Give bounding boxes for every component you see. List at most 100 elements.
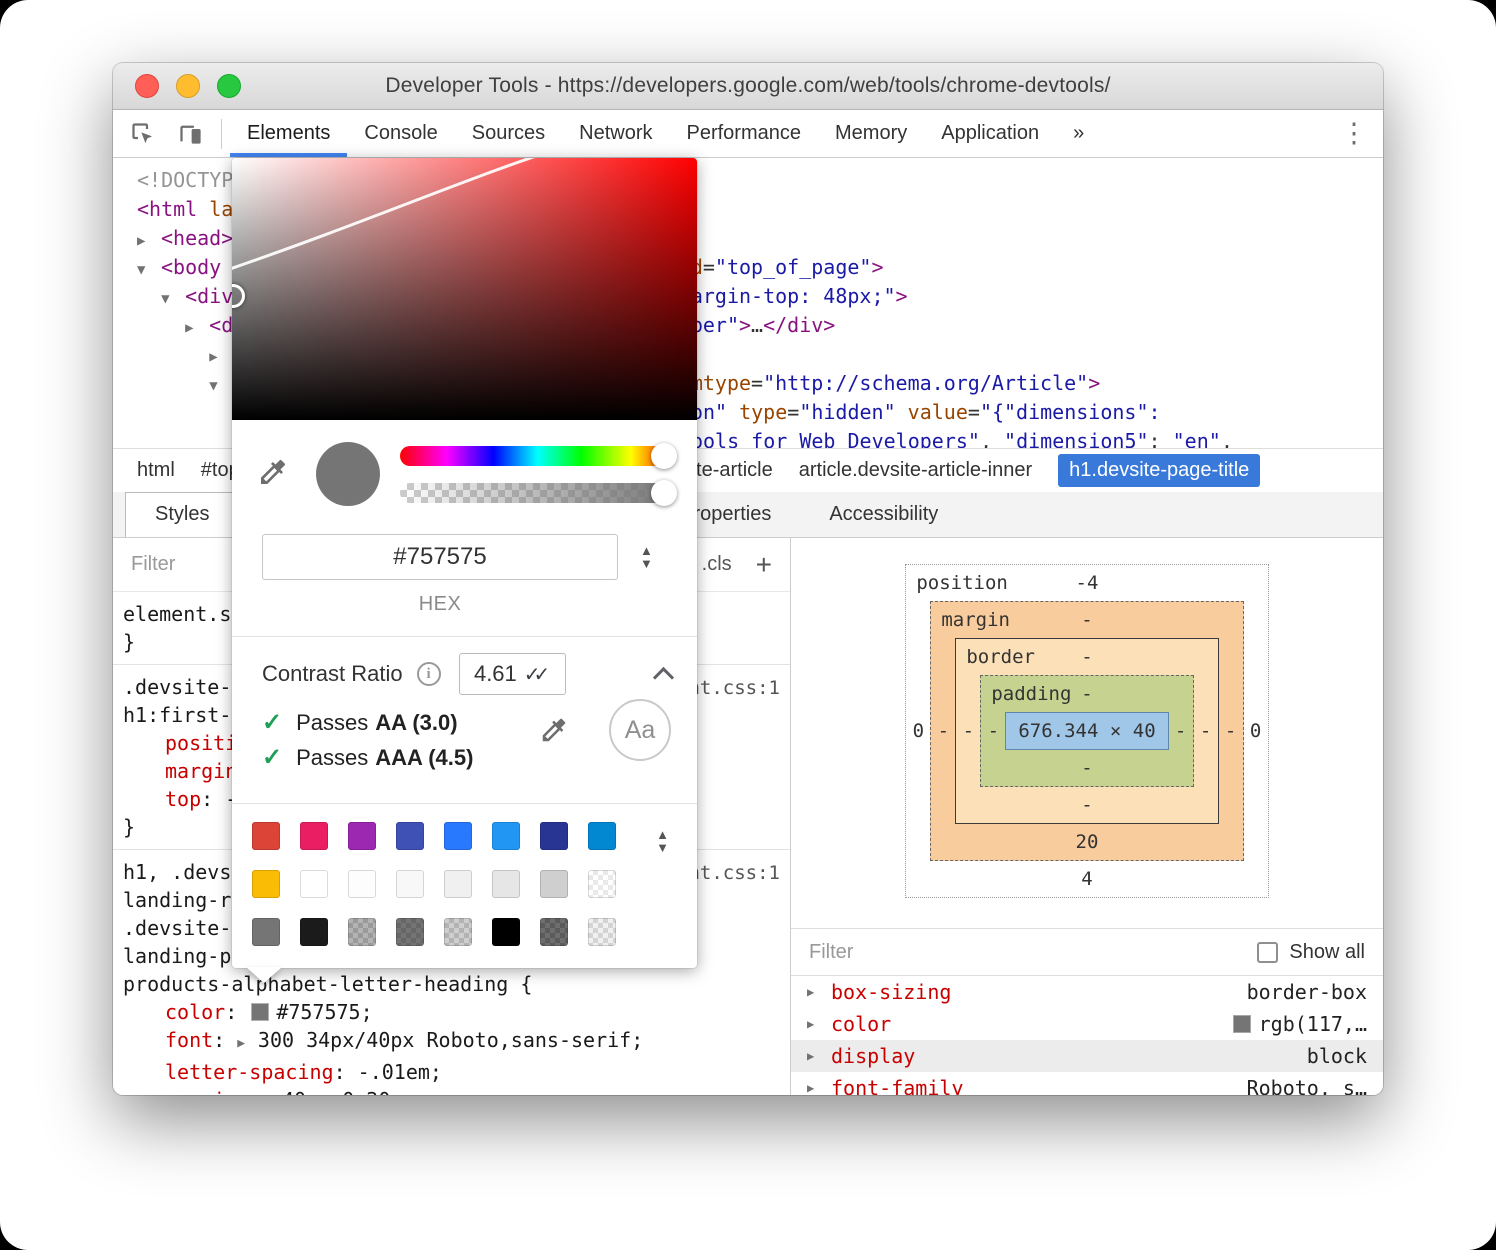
palette-toggle[interactable]: ▲ ▼ xyxy=(656,828,669,854)
palette-swatch[interactable] xyxy=(300,918,328,946)
computed-property-row[interactable]: ▶box-sizingborder-box xyxy=(791,976,1383,1008)
preview-text-button[interactable]: Aa xyxy=(609,699,671,761)
style-property[interactable]: margin: ▶ 40px 0 20px; xyxy=(123,1086,782,1095)
minimize-button[interactable] xyxy=(176,74,200,98)
show-all-toggle[interactable]: Show all xyxy=(1257,941,1365,964)
contrast-value-box: 4.61 ✓✓ xyxy=(459,653,566,695)
disclosure-arrow-icon: ▶ xyxy=(185,314,209,343)
color-format-toggle[interactable]: ▲ ▼ xyxy=(640,544,653,570)
info-icon[interactable]: i xyxy=(417,662,441,686)
palette-swatch[interactable] xyxy=(444,870,472,898)
kebab-menu-icon[interactable]: ⋮ xyxy=(1339,118,1369,149)
palette-swatch[interactable] xyxy=(252,822,280,850)
alpha-knob[interactable] xyxy=(651,480,677,506)
inspect-cursor-icon xyxy=(129,120,156,147)
palette-swatch[interactable] xyxy=(348,870,376,898)
devtools-toolbar: ElementsConsoleSourcesNetworkPerformance… xyxy=(113,110,1383,158)
breadcrumb-item[interactable]: h1.devsite-page-title xyxy=(1058,454,1260,487)
palette-swatch[interactable] xyxy=(492,822,520,850)
color-swatch[interactable] xyxy=(251,1003,269,1021)
palette-swatch[interactable] xyxy=(252,918,280,946)
property-name: margin xyxy=(165,759,237,783)
device-icon xyxy=(177,120,204,147)
sidebar-tab-accessibility[interactable]: Accessibility xyxy=(800,492,967,537)
hex-input[interactable] xyxy=(262,534,618,580)
chevron-up-icon[interactable] xyxy=(653,666,674,687)
computed-property-row[interactable]: ▶colorrgb(117,… xyxy=(791,1008,1383,1040)
computed-filter-input[interactable]: Filter xyxy=(809,941,853,964)
hue-slider[interactable] xyxy=(400,446,675,466)
contrast-eyedropper-icon[interactable] xyxy=(539,715,569,750)
tab-performance[interactable]: Performance xyxy=(670,110,819,157)
spinner-down-icon[interactable]: ▼ xyxy=(656,841,669,854)
spinner-down-icon[interactable]: ▼ xyxy=(640,557,653,570)
color-swatch xyxy=(1233,1015,1251,1033)
palette-swatch[interactable] xyxy=(540,918,568,946)
tabs-overflow-chevron[interactable]: » xyxy=(1056,110,1101,157)
palette-swatch[interactable] xyxy=(588,918,616,946)
computed-property-row[interactable]: ▶font-familyRoboto, s… xyxy=(791,1072,1383,1095)
palette-swatch[interactable] xyxy=(492,918,520,946)
palette-swatch[interactable] xyxy=(348,822,376,850)
palette-swatch[interactable] xyxy=(492,870,520,898)
tab-elements[interactable]: Elements xyxy=(230,110,347,157)
palette-swatch[interactable] xyxy=(540,822,568,850)
palette-swatch[interactable] xyxy=(588,822,616,850)
devtools-window: Developer Tools - https://developers.goo… xyxy=(113,63,1383,1095)
tab-console[interactable]: Console xyxy=(347,110,454,157)
close-button[interactable] xyxy=(135,74,159,98)
breadcrumb-item[interactable]: html xyxy=(137,459,175,482)
box-model-position: position-40margin--border--padding--676.… xyxy=(905,564,1268,898)
traffic-lights xyxy=(113,74,241,98)
tab-application[interactable]: Application xyxy=(924,110,1056,157)
alpha-slider[interactable] xyxy=(400,483,675,503)
hue-knob[interactable] xyxy=(651,443,677,469)
double-check-icon: ✓✓ xyxy=(524,662,544,687)
tab-sources[interactable]: Sources xyxy=(455,110,562,157)
palette-swatch[interactable] xyxy=(348,918,376,946)
aaa-pass-label: PassesAAA (4.5) xyxy=(296,745,473,771)
panel-tabs: ElementsConsoleSourcesNetworkPerformance… xyxy=(230,110,1101,157)
expand-arrow-icon[interactable]: ▶ xyxy=(807,1017,821,1031)
contrast-curve-line xyxy=(232,158,697,420)
picker-palette: ▲ ▼ xyxy=(232,804,697,946)
palette-swatch[interactable] xyxy=(588,870,616,898)
expand-arrow-icon[interactable]: ▶ xyxy=(807,1081,821,1095)
rule-selector-line[interactable]: products-alphabet-letter-heading { xyxy=(123,970,782,998)
palette-swatch[interactable] xyxy=(444,918,472,946)
style-property[interactable]: letter-spacing: -.01em; xyxy=(123,1058,782,1086)
tab-memory[interactable]: Memory xyxy=(818,110,924,157)
expand-arrow-icon[interactable]: ▶ xyxy=(237,1036,253,1051)
palette-swatch[interactable] xyxy=(252,870,280,898)
show-all-checkbox[interactable] xyxy=(1257,942,1278,963)
inspect-element-icon[interactable] xyxy=(123,115,161,153)
contrast-ratio-row: Contrast Ratio i 4.61 ✓✓ xyxy=(232,637,697,695)
aa-pass-label: PassesAA (3.0) xyxy=(296,710,457,736)
palette-swatch[interactable] xyxy=(396,870,424,898)
palette-swatch[interactable] xyxy=(300,822,328,850)
eyedropper-icon[interactable] xyxy=(254,456,292,493)
computed-list: ▶box-sizingborder-box▶colorrgb(117,…▶dis… xyxy=(791,976,1383,1095)
expand-arrow-icon[interactable]: ▶ xyxy=(807,1049,821,1063)
styles-filter-input[interactable]: Filter xyxy=(131,553,175,576)
breadcrumb-item[interactable]: article.devsite-article-inner xyxy=(799,459,1032,482)
tab-network[interactable]: Network xyxy=(562,110,669,157)
palette-swatch[interactable] xyxy=(540,870,568,898)
palette-swatch[interactable] xyxy=(396,918,424,946)
box-model-label: position xyxy=(916,565,1008,602)
palette-swatch[interactable] xyxy=(396,822,424,850)
style-property[interactable]: color: #757575; xyxy=(123,998,782,1026)
palette-row xyxy=(252,822,697,850)
style-property[interactable]: font: ▶ 300 34px/40px Roboto,sans-serif; xyxy=(123,1026,782,1058)
class-button[interactable]: .cls xyxy=(702,553,732,576)
device-toolbar-icon[interactable] xyxy=(171,115,209,153)
sidebar-tab-styles[interactable]: Styles xyxy=(125,492,239,537)
computed-property-row[interactable]: ▶displayblock xyxy=(791,1040,1383,1072)
palette-swatch[interactable] xyxy=(444,822,472,850)
zoom-button[interactable] xyxy=(217,74,241,98)
saturation-value-area[interactable] xyxy=(232,158,697,420)
new-style-rule-button[interactable]: + xyxy=(756,555,772,575)
expand-arrow-icon[interactable]: ▶ xyxy=(807,985,821,999)
window-title: Developer Tools - https://developers.goo… xyxy=(113,74,1383,98)
palette-swatch[interactable] xyxy=(300,870,328,898)
